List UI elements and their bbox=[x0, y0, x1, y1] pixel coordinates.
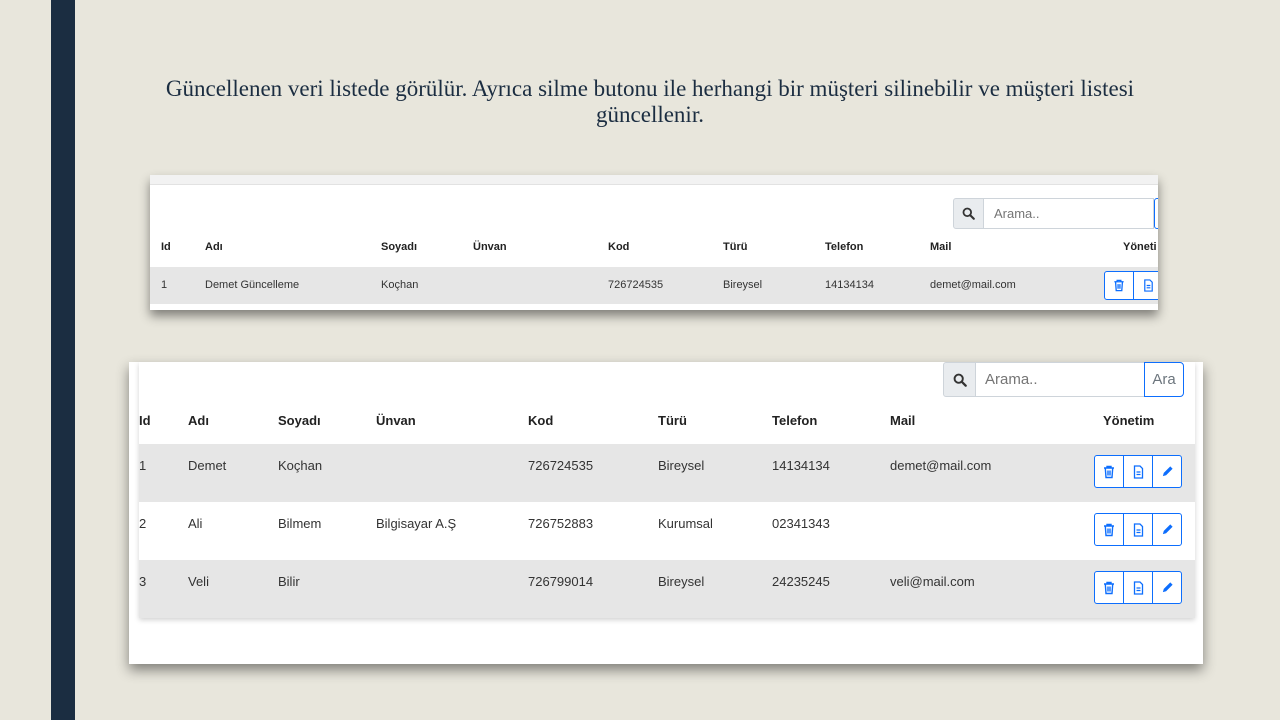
column-header-telefon[interactable]: Telefon bbox=[772, 413, 817, 428]
row-actions bbox=[1094, 571, 1182, 604]
search-button[interactable] bbox=[953, 198, 984, 229]
column-header-turu[interactable]: Türü bbox=[658, 413, 687, 428]
cell-soyadi: Bilmem bbox=[278, 516, 322, 531]
pencil-icon bbox=[1162, 466, 1173, 477]
cell-unvan: Bilgisayar A.Ş bbox=[376, 516, 457, 531]
cell-turu: Bireysel bbox=[658, 458, 705, 473]
screenshot-updated-record: Id Adı Soyadı Ünvan Kod Türü Telefon Mai… bbox=[150, 175, 1158, 310]
cell-adi: Veli bbox=[188, 574, 209, 589]
search-submit-button[interactable] bbox=[1154, 198, 1158, 229]
column-header-adi[interactable]: Adı bbox=[188, 413, 209, 428]
slide-caption: Güncellenen veri listede görülür. Ayrıca… bbox=[165, 76, 1135, 127]
document-icon bbox=[1133, 522, 1143, 537]
cell-id: 2 bbox=[139, 516, 147, 531]
cell-turu: Bireysel bbox=[723, 279, 763, 291]
detail-button[interactable] bbox=[1123, 571, 1153, 604]
row-actions bbox=[1094, 513, 1182, 546]
search-icon bbox=[962, 207, 975, 220]
cell-adi: Ali bbox=[188, 516, 203, 531]
table-row: 3 Veli Bilir 726799014 Bireysel 24235245… bbox=[139, 560, 1195, 618]
document-icon bbox=[1133, 580, 1143, 595]
cell-kod: 726752883 bbox=[528, 516, 594, 531]
column-header-id[interactable]: Id bbox=[161, 241, 171, 253]
table-row: 1 Demet Güncelleme Koçhan 726724535 Bire… bbox=[150, 267, 1158, 304]
cell-adi: Demet bbox=[188, 458, 227, 473]
search-group bbox=[953, 198, 1154, 229]
trash-icon bbox=[1104, 581, 1114, 594]
document-icon bbox=[1143, 279, 1153, 292]
cell-id: 3 bbox=[139, 574, 147, 589]
column-header-soyadi[interactable]: Soyadı bbox=[381, 241, 417, 253]
detail-button[interactable] bbox=[1123, 513, 1153, 546]
search-button[interactable] bbox=[943, 362, 976, 397]
cell-id: 1 bbox=[161, 279, 168, 291]
detail-button[interactable] bbox=[1133, 271, 1158, 300]
search-submit-button[interactable]: Ara bbox=[1144, 362, 1184, 397]
cell-id: 1 bbox=[139, 458, 147, 473]
column-header-kod[interactable]: Kod bbox=[528, 413, 553, 428]
delete-button[interactable] bbox=[1094, 513, 1124, 546]
trash-icon bbox=[1104, 523, 1114, 536]
screenshot-customer-list: Ara Id Adı Soyadı Ünvan Kod Türü Telefon… bbox=[129, 362, 1203, 664]
edit-button[interactable] bbox=[1152, 455, 1182, 488]
cell-kod: 726724535 bbox=[608, 279, 664, 291]
table-row: 2 Ali Bilmem Bilgisayar A.Ş 726752883 Ku… bbox=[139, 502, 1195, 560]
cell-adi: Demet Güncelleme bbox=[205, 279, 300, 291]
cell-mail: veli@mail.com bbox=[890, 574, 975, 589]
delete-button[interactable] bbox=[1104, 271, 1134, 300]
column-header-kod[interactable]: Kod bbox=[608, 241, 629, 253]
delete-button[interactable] bbox=[1094, 455, 1124, 488]
delete-button[interactable] bbox=[1094, 571, 1124, 604]
customer-table-card: Ara Id Adı Soyadı Ünvan Kod Türü Telefon… bbox=[139, 362, 1195, 618]
search-input[interactable] bbox=[976, 362, 1146, 397]
column-header-id[interactable]: Id bbox=[139, 413, 151, 428]
row-actions bbox=[1094, 455, 1182, 488]
column-header-adi[interactable]: Adı bbox=[205, 241, 223, 253]
column-header-turu[interactable]: Türü bbox=[723, 241, 747, 253]
cell-turu: Kurumsal bbox=[658, 516, 713, 531]
column-header-mail[interactable]: Mail bbox=[930, 241, 951, 253]
row-actions bbox=[1104, 271, 1158, 300]
detail-button[interactable] bbox=[1123, 455, 1153, 488]
column-header-unvan[interactable]: Ünvan bbox=[473, 241, 507, 253]
edit-button[interactable] bbox=[1152, 571, 1182, 604]
edit-button[interactable] bbox=[1152, 513, 1182, 546]
pencil-icon bbox=[1162, 582, 1173, 593]
cell-kod: 726799014 bbox=[528, 574, 594, 589]
column-header-yonetim: Yönetim bbox=[1103, 413, 1155, 428]
column-header-soyadi[interactable]: Soyadı bbox=[278, 413, 321, 428]
trash-icon bbox=[1114, 279, 1124, 292]
column-header-telefon[interactable]: Telefon bbox=[825, 241, 863, 253]
cell-telefon: 02341343 bbox=[772, 516, 830, 531]
cell-turu: Bireysel bbox=[658, 574, 705, 589]
browser-top-strip bbox=[150, 175, 1158, 185]
cell-kod: 726724535 bbox=[528, 458, 594, 473]
cell-soyadi: Bilir bbox=[278, 574, 300, 589]
search-group bbox=[943, 362, 1146, 397]
column-header-unvan[interactable]: Ünvan bbox=[376, 413, 416, 428]
cell-soyadi: Koçhan bbox=[278, 458, 323, 473]
cell-mail: demet@mail.com bbox=[930, 279, 1016, 291]
slide-side-bar bbox=[51, 0, 75, 720]
pencil-icon bbox=[1162, 524, 1173, 535]
cell-soyadi: Koçhan bbox=[381, 279, 419, 291]
table-row: 1 Demet Koçhan 726724535 Bireysel 141341… bbox=[139, 444, 1195, 502]
cell-telefon: 14134134 bbox=[772, 458, 830, 473]
trash-icon bbox=[1104, 465, 1114, 478]
column-header-yonetim: Yöneti bbox=[1123, 241, 1157, 253]
cell-telefon: 24235245 bbox=[772, 574, 830, 589]
cell-telefon: 14134134 bbox=[825, 279, 874, 291]
cell-mail: demet@mail.com bbox=[890, 458, 992, 473]
column-header-mail[interactable]: Mail bbox=[890, 413, 915, 428]
search-icon bbox=[953, 373, 967, 387]
search-input[interactable] bbox=[984, 198, 1154, 229]
document-icon bbox=[1133, 464, 1143, 479]
